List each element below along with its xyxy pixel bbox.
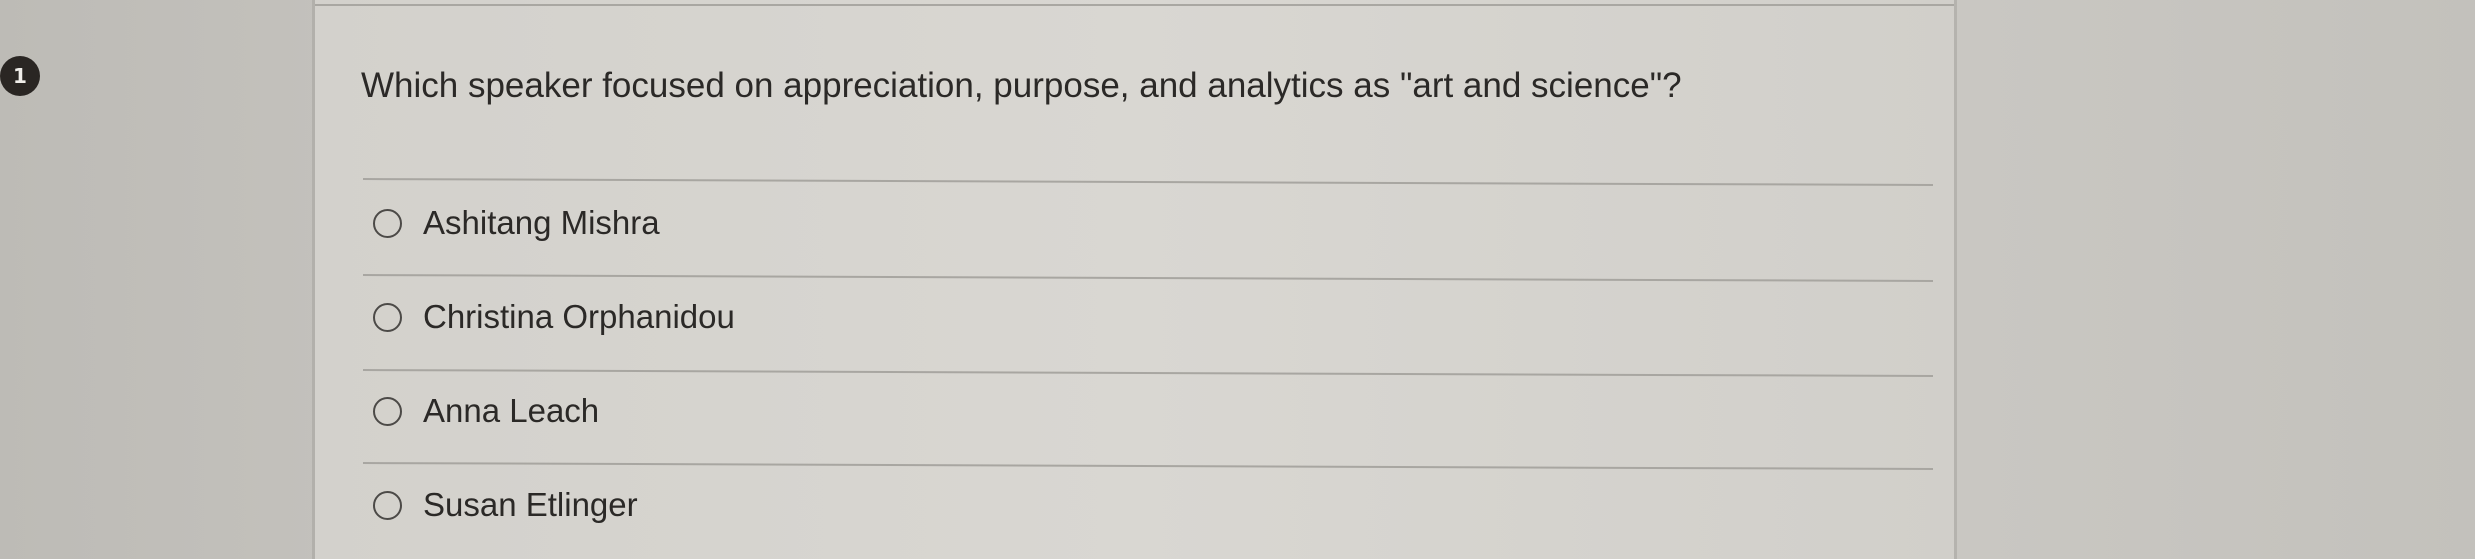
divider [362, 178, 1933, 187]
answer-option-ashitang-mishra[interactable]: Ashitang Mishra [373, 204, 660, 242]
divider [362, 462, 1933, 471]
option-label: Anna Leach [423, 392, 600, 429]
radio-button[interactable] [373, 490, 402, 520]
divider [362, 274, 1933, 283]
option-label: Christina Orphanidou [423, 298, 735, 335]
question-card: Which speaker focused on appreciation, p… [312, 0, 1957, 559]
answer-option-susan-etlinger[interactable]: Susan Etlinger [373, 486, 638, 524]
option-label: Susan Etlinger [423, 486, 638, 523]
card-top-rule [315, 4, 1954, 6]
question-text: Which speaker focused on appreciation, p… [361, 66, 1682, 105]
radio-button[interactable] [373, 208, 402, 238]
question-number-badge: 1 [0, 56, 40, 96]
answer-option-anna-leach[interactable]: Anna Leach [373, 392, 599, 430]
option-label: Ashitang Mishra [423, 204, 660, 241]
radio-button[interactable] [373, 396, 402, 426]
divider [362, 369, 1933, 378]
radio-button[interactable] [373, 302, 402, 332]
answer-option-christina-orphanidou[interactable]: Christina Orphanidou [373, 298, 735, 336]
